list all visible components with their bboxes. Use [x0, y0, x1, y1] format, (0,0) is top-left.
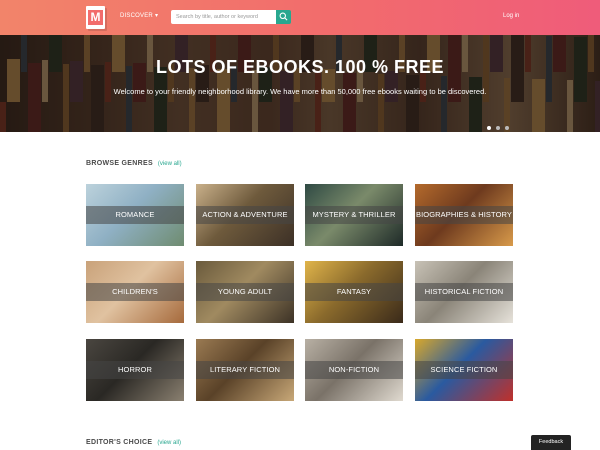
- genre-tile[interactable]: HISTORICAL FICTION: [415, 261, 513, 323]
- genre-tile[interactable]: SCIENCE FICTION: [415, 339, 513, 401]
- genre-tile[interactable]: HORROR: [86, 339, 184, 401]
- genre-tile[interactable]: LITERARY FICTION: [196, 339, 294, 401]
- genre-tile-label: HORROR: [118, 365, 152, 374]
- genre-tile-label: LITERARY FICTION: [209, 365, 281, 374]
- genre-tile-label: NON-FICTION: [328, 365, 380, 374]
- hero-banner: LOTS OF EBOOKS. 100 % FREE Welcome to yo…: [0, 35, 600, 132]
- logo-letter: M: [88, 10, 103, 25]
- genre-tile-label: MYSTERY & THRILLER: [312, 210, 396, 219]
- carousel-dot[interactable]: [496, 126, 500, 130]
- genre-tile-label: BIOGRAPHIES & HISTORY: [415, 210, 512, 219]
- editors-choice-view-all-link[interactable]: (view all): [157, 440, 181, 446]
- editors-choice-heading: EDITOR'S CHOICE (view all): [86, 439, 181, 446]
- browse-genres-view-all-link[interactable]: (view all): [158, 161, 182, 167]
- genre-tile[interactable]: ROMANCE: [86, 184, 184, 246]
- site-logo[interactable]: M: [86, 6, 105, 29]
- search-input[interactable]: [171, 10, 276, 24]
- carousel-dot[interactable]: [505, 126, 509, 130]
- genre-tile[interactable]: BIOGRAPHIES & HISTORY: [415, 184, 513, 246]
- discover-menu[interactable]: DISCOVER ▾: [120, 12, 158, 19]
- hero-subtitle: Welcome to your friendly neighborhood li…: [113, 87, 487, 96]
- genre-tile[interactable]: ACTION & ADVENTURE: [196, 184, 294, 246]
- genre-tile[interactable]: YOUNG ADULT: [196, 261, 294, 323]
- carousel-dot[interactable]: [487, 126, 491, 130]
- login-link[interactable]: Log in: [503, 13, 519, 19]
- genre-tile-label: YOUNG ADULT: [217, 287, 273, 296]
- discover-label: DISCOVER: [120, 13, 153, 19]
- search-icon: [279, 12, 288, 21]
- genre-tile-label: HISTORICAL FICTION: [424, 287, 504, 296]
- search-button[interactable]: [276, 10, 291, 24]
- genre-tile[interactable]: MYSTERY & THRILLER: [305, 184, 403, 246]
- browse-genres-title: BROWSE GENRES: [86, 160, 153, 167]
- top-navigation-bar: M DISCOVER▾ Log in: [0, 0, 600, 35]
- genre-tile-label: ACTION & ADVENTURE: [202, 210, 288, 219]
- hero-title: LOTS OF EBOOKS. 100 % FREE: [155, 57, 445, 77]
- editors-choice-title: EDITOR'S CHOICE: [86, 439, 153, 446]
- genre-tile-label: ROMANCE: [115, 210, 155, 219]
- genre-tile-label: CHILDREN'S: [112, 287, 158, 296]
- carousel-dots: [487, 117, 514, 132]
- genre-tile-label: FANTASY: [336, 287, 372, 296]
- browse-genres-heading: BROWSE GENRES (view all): [86, 160, 182, 167]
- genre-tile[interactable]: NON-FICTION: [305, 339, 403, 401]
- genre-tile[interactable]: FANTASY: [305, 261, 403, 323]
- feedback-button[interactable]: Feedback: [531, 435, 571, 450]
- caret-down-icon: ▾: [154, 13, 159, 19]
- genre-tile-label: SCIENCE FICTION: [430, 365, 498, 374]
- genre-tile[interactable]: CHILDREN'S: [86, 261, 184, 323]
